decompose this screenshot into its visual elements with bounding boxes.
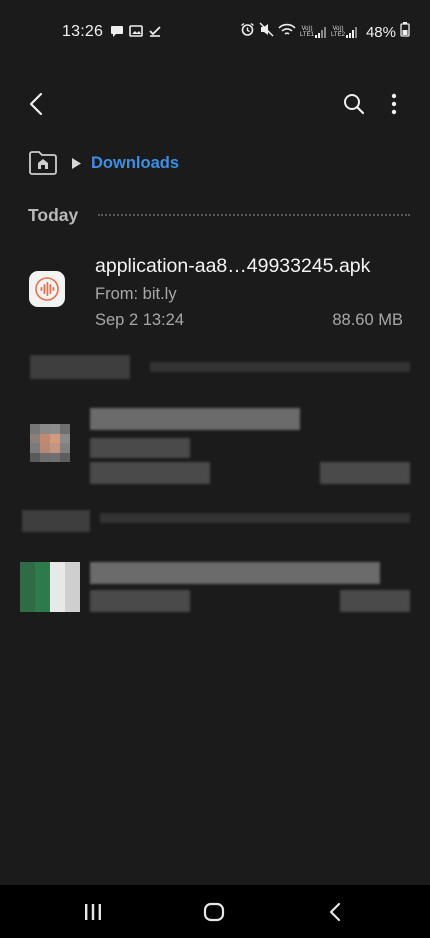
volte-lte1-icon: Vo)) LTE1 [300,26,327,38]
redacted-file-name [90,408,300,430]
check-icon [148,24,162,43]
section-title: Today [28,204,79,225]
status-time: 13:26 [62,23,104,40]
redacted-file-source-2 [90,590,190,612]
crumb-separator-icon [72,157,81,169]
search-button[interactable] [340,90,368,118]
breadcrumb-current[interactable]: Downloads [91,154,179,173]
sim2-label: Vo)) LTE2 [331,26,345,38]
recents-button[interactable] [82,902,104,922]
redacted-file-size-2 [340,590,410,612]
file-row[interactable]: application-aa8…49933245.apk From: bit.l… [0,244,430,340]
file-name: application-aa8…49933245.apk [95,255,371,277]
more-options-button[interactable] [382,90,406,118]
breadcrumb: Downloads [28,148,179,178]
redacted-thumbnail [30,424,70,462]
back-arrow-icon [29,92,43,116]
redacted-thumbnail-2 [20,562,80,612]
redacted-file-size [320,462,410,484]
home-folder-icon [29,151,57,175]
section-divider [98,214,410,216]
home-crumb[interactable] [28,149,58,177]
file-date: Sep 2 13:24 [95,311,184,329]
back-icon [329,902,341,922]
home-icon [203,902,225,922]
search-icon [344,94,365,115]
file-source: From: bit.ly [95,285,177,303]
redacted-section-title [30,355,130,379]
redacted-section-divider-2 [100,513,410,523]
chat-icon [110,24,124,43]
battery-percent: 48% [365,23,396,41]
more-vertical-icon [391,93,397,115]
navigation-bar [0,885,430,938]
alarm-icon [240,22,255,42]
redacted-file-name-2 [90,562,380,584]
home-button[interactable] [202,901,226,923]
section-header-today: Today [28,203,410,227]
mute-icon [259,22,274,42]
recents-icon [85,904,101,920]
file-app-icon [29,271,65,307]
file-size: 88.60 MB [332,311,403,329]
wifi-icon [278,23,296,42]
redacted-section-divider [150,362,410,372]
status-bar: 13:26 Vo)) LTE1 Vo)) LTE2 48% [0,0,430,62]
volte-lte2-icon: Vo)) LTE2 [331,26,358,38]
image-icon [129,24,143,43]
redacted-file-date [90,462,210,484]
redacted-file-source [90,438,190,458]
battery-icon [400,22,410,42]
back-button[interactable] [22,90,50,118]
nav-back-button[interactable] [325,901,345,923]
system-icons: Vo)) LTE1 Vo)) LTE2 48% [240,22,410,42]
audio-wave-app-icon [35,277,59,301]
redacted-section-title-2 [22,510,90,532]
notification-icons [110,24,162,43]
sim1-label: Vo)) LTE1 [300,26,314,38]
